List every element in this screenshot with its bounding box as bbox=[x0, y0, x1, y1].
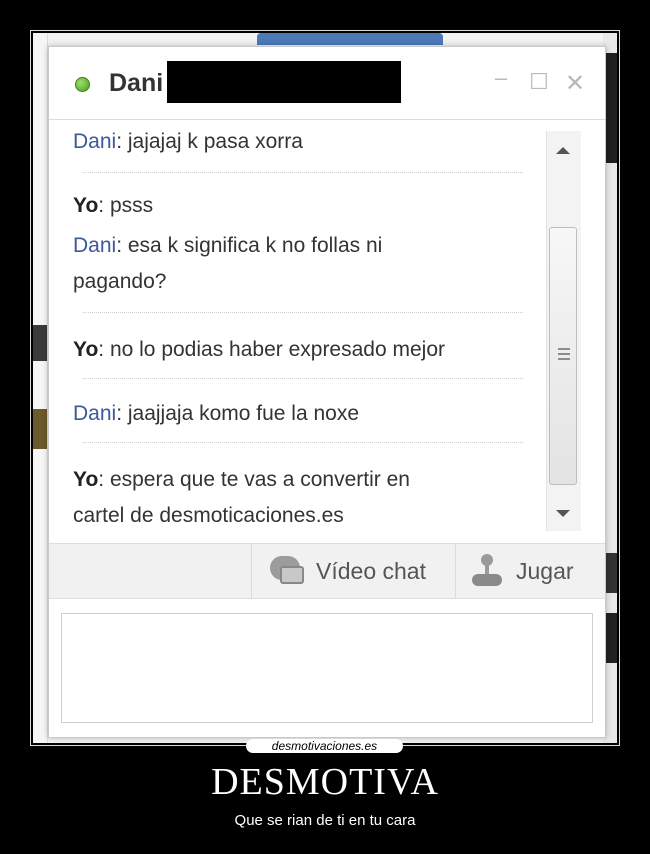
message: Yo: no lo podias haber expresado mejor bbox=[73, 332, 533, 368]
video-chat-button[interactable]: Vídeo chat bbox=[251, 544, 456, 598]
message: Yo: espera que te vas a convertir en bbox=[73, 462, 533, 498]
message-divider bbox=[83, 312, 523, 313]
play-button[interactable]: Jugar bbox=[455, 544, 606, 598]
message-text: : espera que te vas a convertir en bbox=[98, 468, 410, 491]
chat-header: Dani – ☐ ✕ bbox=[49, 47, 605, 120]
message: Dani: jaajjaja komo fue la noxe bbox=[73, 396, 533, 432]
message-divider bbox=[83, 172, 523, 173]
message-scrollbar[interactable] bbox=[546, 131, 581, 531]
joystick-icon bbox=[470, 554, 504, 588]
scroll-thumb[interactable] bbox=[549, 227, 577, 485]
message-text: : no lo podias haber expresado mejor bbox=[98, 338, 445, 361]
close-icon[interactable]: ✕ bbox=[563, 69, 587, 98]
message-input[interactable] bbox=[61, 613, 593, 723]
message-list: Dani: jajajaj k pasa xorra Yo: psss Dani… bbox=[49, 120, 549, 542]
message-text: : jaajjaja komo fue la noxe bbox=[116, 402, 360, 425]
message-text: pagando? bbox=[73, 270, 167, 293]
message-continuation: pagando? bbox=[73, 264, 533, 300]
background-thumbnail bbox=[33, 409, 47, 449]
screenshot-area: Dani – ☐ ✕ Dani: jajajaj k pasa xorra Yo… bbox=[33, 33, 617, 743]
scroll-down-icon[interactable] bbox=[556, 510, 570, 517]
sender-name: Yo bbox=[73, 468, 99, 491]
chat-window: Dani – ☐ ✕ Dani: jajajaj k pasa xorra Yo… bbox=[48, 46, 606, 738]
message: Dani: esa k significa k no follas ni bbox=[73, 228, 533, 264]
message-text: : esa k significa k no follas ni bbox=[116, 234, 383, 257]
message: Dani: jajajaj k pasa xorra bbox=[73, 124, 533, 160]
scroll-up-icon[interactable] bbox=[556, 147, 570, 154]
background-tab bbox=[257, 33, 443, 45]
video-chat-icon bbox=[270, 554, 304, 588]
video-chat-label: Vídeo chat bbox=[316, 557, 426, 584]
poster-caption: Que se rian de ti en tu cara bbox=[234, 812, 416, 829]
poster-title: DESMOTIVA bbox=[211, 761, 439, 803]
message-divider bbox=[83, 378, 523, 379]
play-label: Jugar bbox=[516, 557, 574, 584]
message-divider bbox=[83, 442, 523, 443]
sender-name: Dani bbox=[73, 402, 117, 425]
grip-icon bbox=[558, 348, 570, 363]
site-watermark: desmotivaciones.es bbox=[246, 739, 403, 753]
sender-name: Dani bbox=[73, 130, 117, 153]
background-thumbnail bbox=[33, 325, 47, 361]
online-status-icon bbox=[75, 77, 90, 92]
chat-action-bar: Vídeo chat Jugar bbox=[49, 543, 605, 599]
minimize-icon[interactable]: – bbox=[489, 65, 513, 91]
message-continuation: cartel de desmoticaciones.es bbox=[73, 498, 533, 534]
message: Yo: psss bbox=[73, 188, 533, 224]
message-text: cartel de desmoticaciones.es bbox=[73, 504, 344, 527]
message-text: : jajajaj k pasa xorra bbox=[116, 130, 303, 153]
message-text: : psss bbox=[98, 194, 154, 217]
contact-name[interactable]: Dani bbox=[109, 69, 163, 98]
maximize-icon[interactable]: ☐ bbox=[527, 69, 551, 95]
sender-name: Yo bbox=[73, 194, 99, 217]
background-page-left bbox=[33, 33, 48, 743]
redaction-bar bbox=[167, 61, 401, 103]
sender-name: Dani bbox=[73, 234, 117, 257]
sender-name: Yo bbox=[73, 338, 99, 361]
